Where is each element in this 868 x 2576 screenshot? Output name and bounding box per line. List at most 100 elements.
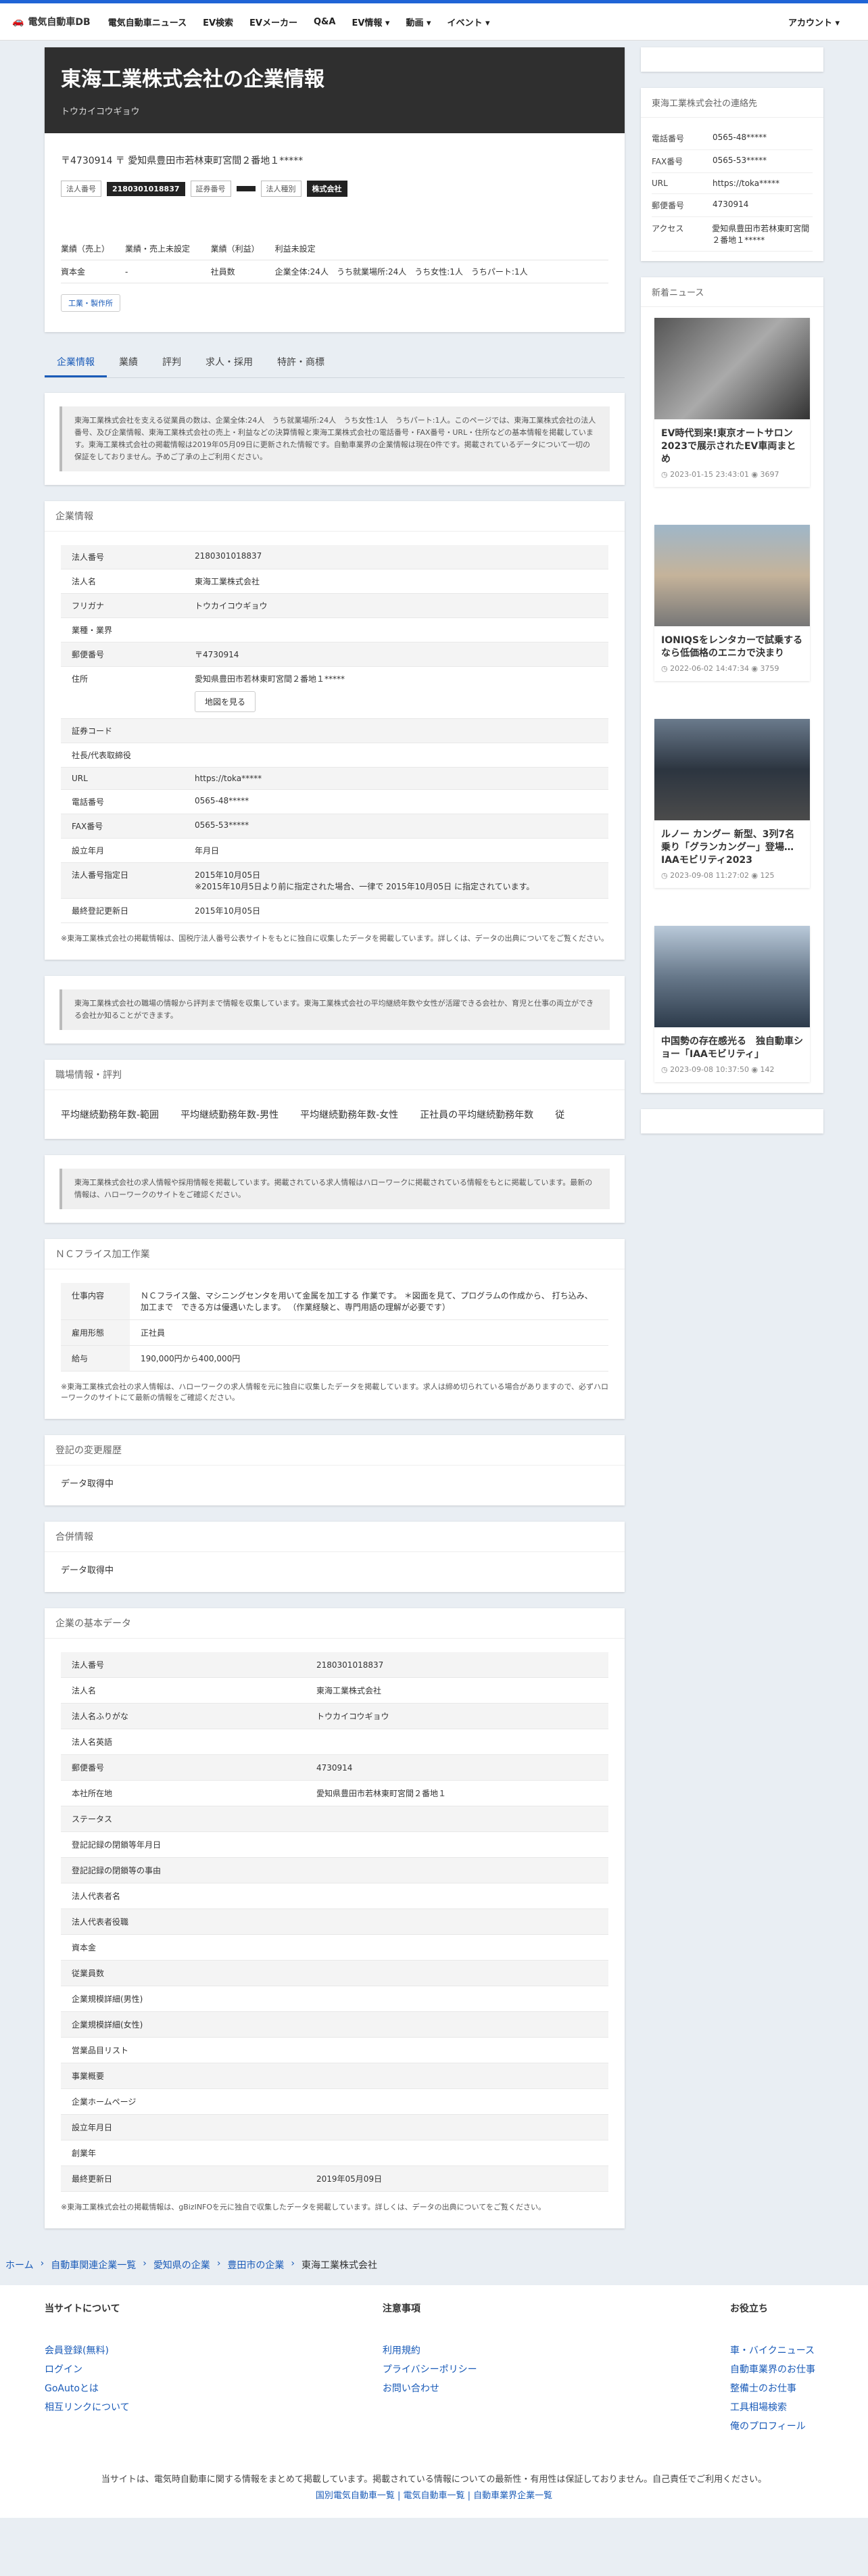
tab-company-info[interactable]: 企業情報 [45, 348, 107, 377]
nav-item-ev-maker[interactable]: EVメーカー [249, 16, 297, 28]
footer-copy: 当サイトは、電気時自動車に関する情報をまとめて掲載しています。掲載されている情報… [45, 2472, 823, 2504]
tab-reputation[interactable]: 評判 [150, 348, 193, 377]
table-cell [184, 743, 608, 768]
footer-heading: お役立ち [729, 2303, 768, 2314]
tenure-tabs: 平均継続勤務年数-範囲 平均継続勤務年数-男性 平均継続勤務年数-女性 正社員の… [45, 1090, 625, 1139]
footer-link[interactable]: GoAutoとは [45, 2381, 130, 2395]
company-tabs: 企業情報 業績 評判 求人・採用 特許・商標 [45, 348, 625, 378]
basic-data-table: 法人番号 2180301018837 法人名 東海工業株式会社 法人名ふりがな トウカ… [61, 1652, 608, 2192]
table-cell: 企業全体:24人 うち就業場所:24人 うち女性:1人 うちパート:1人 [274, 260, 608, 283]
tab-patents[interactable]: 特許・商標 [265, 348, 337, 377]
footer-link[interactable]: プライバシーポリシー [383, 2362, 477, 2376]
news-title[interactable]: 中国勢の存在感光る 独自動車ショー「IAAモビリティ」 [654, 1027, 810, 1065]
views-icon: ◉ [751, 871, 758, 880]
breadcrumb-item[interactable]: 愛知県の企業 [153, 2258, 210, 2272]
news-meta: ◷ 2023-09-08 10:37:50 ◉ 142 [654, 1065, 810, 1082]
section-heading: 職場情報・評判 [45, 1060, 625, 1090]
table-cell: 住所 [61, 666, 184, 719]
views-icon: ◉ [751, 1065, 758, 1074]
table-cell: 事業概要 [61, 2063, 306, 2089]
workplace-card: 職場情報・評判 平均継続勤務年数-範囲 平均継続勤務年数-男性 平均継続勤務年数… [45, 1060, 625, 1139]
map-button[interactable]: 地図を見る [195, 691, 256, 712]
breadcrumb-item[interactable]: 豊田市の企業 [227, 2258, 284, 2272]
table-cell [306, 1934, 608, 1961]
contact-heading: 東海工業株式会社の連絡先 [641, 88, 823, 118]
news-title[interactable]: IONIQSをレンタカーで試乗するなら低価格のエニカで決まり [654, 626, 810, 664]
section-heading: 登記の変更履歴 [45, 1435, 625, 1466]
footer-link[interactable]: お問い合わせ [383, 2381, 477, 2395]
footer-link[interactable]: 相互リンクについて [45, 2400, 130, 2414]
basic-data-card: 企業の基本データ 法人番号 2180301018837 法人名 東海工業株式会社 法… [45, 1608, 625, 2228]
job-card: ＮＣフライス加工作業 仕事内容 ＮＣフライス盤、マシニングセンタを用いて金属を加工… [45, 1239, 625, 1419]
breadcrumb-item[interactable]: 自動車関連企業一覧 [51, 2258, 136, 2272]
views-icon: ◉ [751, 470, 758, 479]
source-note: ※東海工業株式会社の掲載情報は、国税庁法人番号公表サイトをもとに独自に収集したデ… [61, 934, 609, 943]
tenure-item[interactable]: 平均継続勤務年数-女性 [300, 1108, 398, 1121]
nav-item-ev-search[interactable]: EV検索 [203, 16, 233, 28]
breadcrumb-home[interactable]: ホーム [5, 2258, 34, 2272]
table-cell: 法人代表者名 [61, 1883, 306, 1909]
news-heading: 新着ニュース [641, 277, 823, 307]
news-image [654, 926, 810, 1027]
news-date: 2023-09-08 11:27:02 [670, 871, 749, 880]
main-content: 東海工業株式会社の企業情報 トウカイコウギョウ 〒4730914 〒 愛知県豊田… [45, 47, 625, 2245]
table-cell: トウカイコウギョウ [306, 1703, 608, 1729]
table-cell [306, 1857, 608, 1883]
industry-tag[interactable]: 工業・製作所 [61, 294, 120, 312]
url-link[interactable]: https://toka***** [184, 767, 608, 790]
footer-link[interactable]: ログイン [45, 2362, 130, 2376]
tab-performance[interactable]: 業績 [107, 348, 150, 377]
site-brand[interactable]: 🚗 電気自動車DB [12, 15, 91, 28]
footer-column-useful: お役立ち 車・バイクニュース 自動車業界のお仕事 整備士のお仕事 工具相場検索 … [730, 2301, 815, 2438]
news-card: 新着ニュース EV時代到来!東京オートサロン2023で展示されたEV車両まとめ … [641, 277, 823, 1093]
tenure-item[interactable]: 正社員の平均継続勤務年数 [420, 1108, 533, 1121]
news-title[interactable]: EV時代到来!東京オートサロン2023で展示されたEV車両まとめ [654, 419, 810, 470]
account-menu[interactable]: アカウント ▾ [788, 16, 840, 28]
table-cell [184, 617, 608, 642]
tenure-item[interactable]: 平均継続勤務年数-範囲 [61, 1108, 159, 1121]
registry-value: データ取得中 [61, 1479, 114, 1489]
nav-item-event[interactable]: イベント ▾ [448, 16, 490, 28]
footer-link[interactable]: 整備士のお仕事 [730, 2381, 815, 2395]
news-title[interactable]: ルノー カングー 新型、3列7名乗り「グランカングー」登場…IAAモビリティ20… [654, 820, 810, 871]
news-item[interactable]: 中国勢の存在感光る 独自動車ショー「IAAモビリティ」 ◷ 2023-09-08… [654, 926, 810, 1082]
nav-item-ev-info[interactable]: EV情報 ▾ [352, 16, 389, 28]
tab-recruitment[interactable]: 求人・採用 [193, 348, 265, 377]
footer-links[interactable]: 国別電気自動車一覧 | 電気自動車一覧 | 自動車業界企業一覧 [45, 2488, 823, 2504]
url-link[interactable]: https://toka***** [713, 179, 779, 188]
table-cell [306, 2037, 608, 2063]
nav-item-ev-news[interactable]: 電気自動車ニュース [108, 16, 187, 28]
company-address: 〒4730914 〒 愛知県豊田市若林東町宮間２番地１***** [61, 156, 304, 166]
table-cell: 資本金 [61, 1934, 306, 1961]
news-item[interactable]: EV時代到来!東京オートサロン2023で展示されたEV車両まとめ ◷ 2023-… [654, 318, 810, 487]
table-cell [306, 1806, 608, 1832]
section-heading: 合併情報 [45, 1522, 625, 1552]
news-item[interactable]: ルノー カングー 新型、3列7名乗り「グランカングー」登場…IAAモビリティ20… [654, 719, 810, 888]
badge-label: 法人種別 [260, 181, 302, 197]
footer-link[interactable]: 自動車業界のお仕事 [730, 2362, 815, 2376]
table-cell: 最終更新日 [61, 2165, 306, 2192]
news-views: 3697 [760, 470, 779, 479]
footer-column-about: 当サイトについて 会員登録(無料) ログイン GoAutoとは 相互リンクについ… [45, 2301, 130, 2438]
merger-value: データ取得中 [61, 1566, 114, 1576]
sidebar: 東海工業株式会社の連絡先 電話番号 0565-48***** FAX番号 0565-… [641, 47, 823, 2245]
table-cell: 社員数 [210, 260, 275, 283]
tenure-item[interactable]: 平均継続勤務年数-男性 [180, 1108, 279, 1121]
tenure-item[interactable]: 従 [555, 1108, 564, 1121]
footer-link[interactable]: 会員登録(無料) [45, 2343, 130, 2357]
table-cell: FAX番号 [61, 814, 184, 839]
table-cell: 法人名ふりがな [61, 1703, 306, 1729]
footer-link[interactable]: 俺のプロフィール [730, 2419, 815, 2433]
nav-item-video[interactable]: 動画 ▾ [406, 16, 431, 28]
job-notice: 東海工業株式会社の求人情報や採用情報を掲載しています。掲載されている求人情報はハ… [45, 1155, 625, 1223]
footer-link[interactable]: 利用規約 [383, 2343, 477, 2357]
table-cell [306, 1960, 608, 1986]
news-item[interactable]: IONIQSをレンタカーで試乗するなら低価格のエニカで決まり ◷ 2022-06… [654, 525, 810, 681]
table-cell [306, 2088, 608, 2115]
footer-link[interactable]: 工具相場検索 [730, 2400, 815, 2414]
nav-item-qa[interactable]: Q&A [314, 17, 335, 27]
table-cell: URL [61, 767, 184, 790]
table-cell: 法人名英語 [61, 1729, 306, 1755]
badge-value: 株式会社 [306, 181, 347, 197]
footer-link[interactable]: 車・バイクニュース [730, 2343, 815, 2357]
